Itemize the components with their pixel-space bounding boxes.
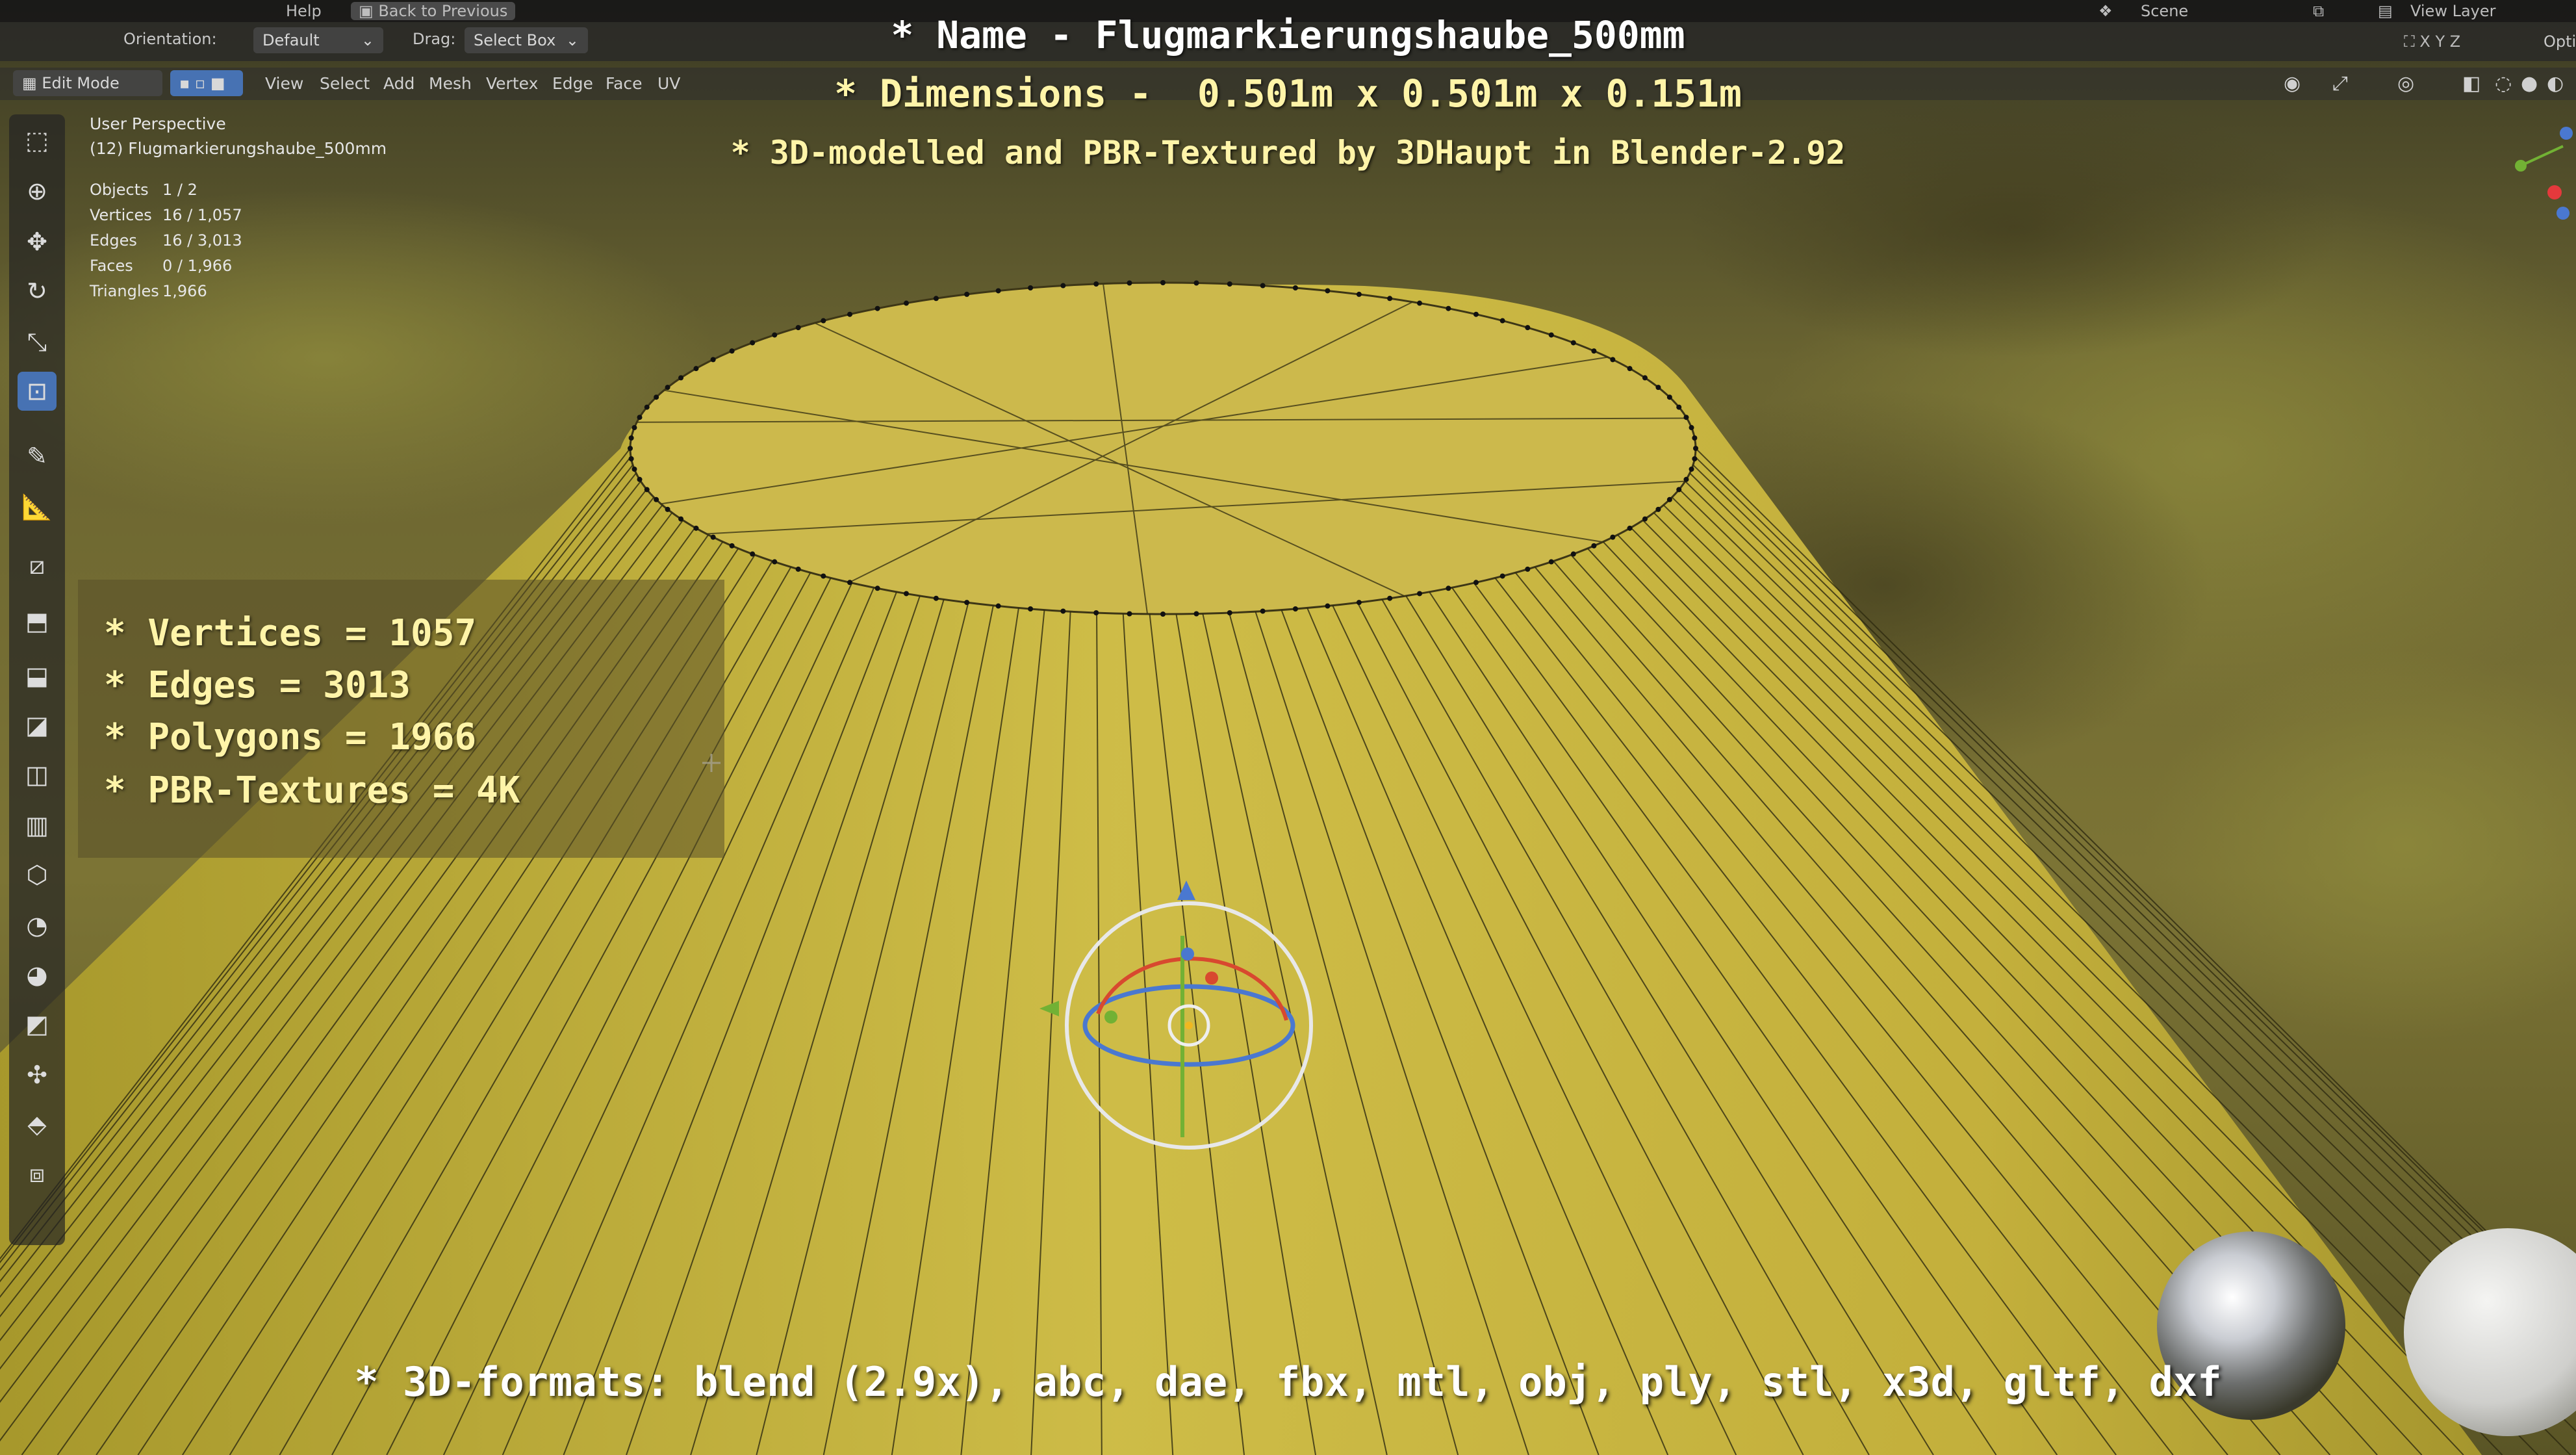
name-line: * Name - Flugmarkierungshaube_500mm (891, 13, 1685, 57)
move-icon[interactable]: ✥ (18, 222, 57, 261)
rotate-icon[interactable]: ↻ (18, 272, 57, 311)
stat-value: 16 / 1,057 (162, 206, 242, 224)
cursor-icon[interactable]: ⊕ (18, 172, 57, 211)
inset-icon[interactable]: ⬓ (18, 656, 57, 695)
stat-value: 1,966 (162, 282, 207, 300)
viewport-perspective-label: User Perspective (90, 114, 226, 133)
info-textures: * PBR-Textures = 4K (104, 769, 520, 812)
rip-icon[interactable]: ⧈ (18, 1154, 57, 1193)
transform-icon[interactable]: ⊡ (18, 372, 57, 411)
bevel-icon[interactable]: ◪ (18, 706, 57, 745)
add-cube-icon[interactable]: ⧄ (18, 546, 57, 585)
measure-icon[interactable]: 📐 (18, 487, 57, 526)
info-vertices: * Vertices = 1057 (104, 612, 477, 654)
knife-icon[interactable]: ▥ (18, 806, 57, 845)
stat-label: Edges (90, 231, 137, 250)
stat-label: Objects (90, 181, 149, 199)
stat-value: 1 / 2 (162, 181, 198, 199)
stat-label: Faces (90, 257, 133, 275)
credit-line: * 3D-modelled and PBR-Textured by 3DHaup… (730, 134, 1846, 172)
scale-icon[interactable]: ⤡ (18, 322, 57, 361)
smooth-icon[interactable]: ◕ (18, 955, 57, 994)
formats-line: * 3D-formats: blend (2.9x), abc, dae, fb… (354, 1358, 2222, 1406)
edge-slide-icon[interactable]: ◩ (18, 1005, 57, 1044)
cone-mesh-top (629, 281, 1697, 615)
dimensions-line: * Dimensions - 0.501m x 0.501m x 0.151m (834, 71, 1742, 116)
stat-label: Triangles (90, 282, 159, 300)
stat-label: Vertices (90, 206, 152, 224)
annotate-icon[interactable]: ✎ (18, 437, 57, 476)
mesh-info-box: * Vertices = 1057 * Edges = 3013 * Polyg… (78, 580, 724, 858)
loop-cut-icon[interactable]: ◫ (18, 755, 57, 794)
info-edges: * Edges = 3013 (104, 664, 411, 706)
spin-icon[interactable]: ◔ (18, 906, 57, 945)
info-polygons: * Polygons = 1966 (104, 716, 477, 758)
shear-icon[interactable]: ⬘ (18, 1105, 57, 1144)
stat-value: 16 / 3,013 (162, 231, 242, 250)
stat-value: 0 / 1,966 (162, 257, 233, 275)
tool-shelf: ⬚ ⊕ ✥ ↻ ⤡ ⊡ ✎ 📐 ⧄ ⬒ ⬓ ◪ ◫ ▥ ⬡ ◔ ◕ ◩ ✣ ⬘ … (9, 114, 65, 1245)
poly-build-icon[interactable]: ⬡ (18, 855, 57, 894)
file-path-text (8, 1, 281, 10)
shrink-fatten-icon[interactable]: ✣ (18, 1055, 57, 1094)
extrude-icon[interactable]: ⬒ (18, 602, 57, 641)
